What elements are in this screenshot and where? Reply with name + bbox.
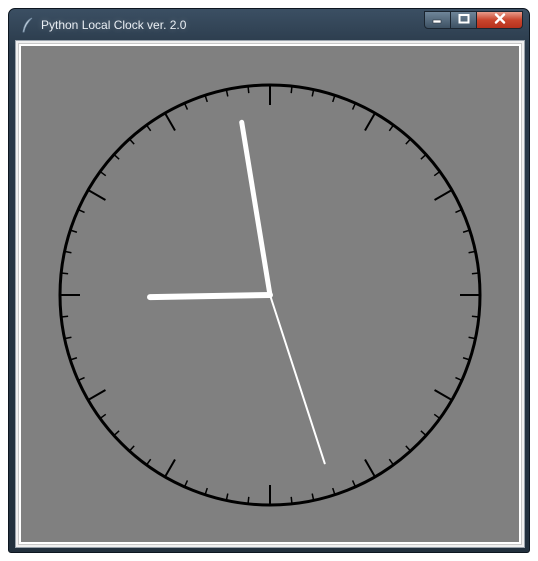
minute-tick	[247, 86, 250, 94]
minute-tick	[61, 272, 69, 275]
minute-tick	[462, 357, 470, 361]
app-window: Python Local Clock ver. 2.0	[8, 8, 530, 553]
window-title: Python Local Clock ver. 2.0	[41, 18, 187, 32]
minute-tick	[388, 124, 395, 132]
close-button[interactable]	[477, 11, 523, 29]
minute-tick	[128, 445, 135, 452]
analog-clock	[58, 83, 482, 507]
minute-tick	[247, 496, 250, 504]
minute-tick	[433, 170, 441, 177]
hour-tick	[364, 112, 376, 131]
maximize-button[interactable]	[451, 11, 477, 29]
minute-tick	[290, 496, 293, 504]
minute-tick	[332, 487, 336, 495]
minute-hand	[239, 119, 273, 298]
minimize-button[interactable]	[424, 11, 451, 29]
minute-tick	[113, 430, 120, 437]
minute-tick	[204, 487, 208, 495]
minute-tick	[471, 272, 479, 275]
clock-canvas	[18, 43, 522, 545]
minute-tick	[471, 315, 479, 318]
minute-tick	[128, 138, 135, 145]
minute-tick	[405, 138, 412, 145]
title-bar[interactable]: Python Local Clock ver. 2.0	[9, 9, 529, 39]
hour-tick	[164, 112, 176, 131]
hour-tick	[164, 459, 176, 478]
hour-tick	[87, 389, 106, 401]
feather-icon[interactable]	[21, 17, 35, 33]
minimize-icon	[432, 11, 443, 29]
minute-tick	[332, 95, 336, 103]
client-area	[15, 40, 525, 548]
hour-tick	[434, 389, 453, 401]
minute-tick	[420, 153, 427, 160]
minute-tick	[290, 86, 293, 94]
minute-tick	[70, 357, 78, 361]
minute-tick	[420, 430, 427, 437]
minute-tick	[388, 458, 395, 466]
hour-tick	[87, 189, 106, 201]
hour-tick	[364, 459, 376, 478]
minute-tick	[145, 124, 152, 132]
minute-tick	[113, 153, 120, 160]
minute-tick	[99, 170, 107, 177]
minute-tick	[204, 95, 208, 103]
minute-tick	[462, 229, 470, 233]
minute-tick	[405, 445, 412, 452]
close-icon	[494, 11, 506, 29]
maximize-icon	[458, 11, 470, 29]
minute-tick	[61, 315, 69, 318]
hour-tick	[434, 189, 453, 201]
minute-tick	[145, 458, 152, 466]
minute-tick	[70, 229, 78, 233]
second-hand	[269, 294, 326, 465]
caption-buttons	[424, 11, 523, 31]
minute-tick	[433, 413, 441, 420]
minute-tick	[99, 413, 107, 420]
hour-hand	[147, 292, 273, 301]
